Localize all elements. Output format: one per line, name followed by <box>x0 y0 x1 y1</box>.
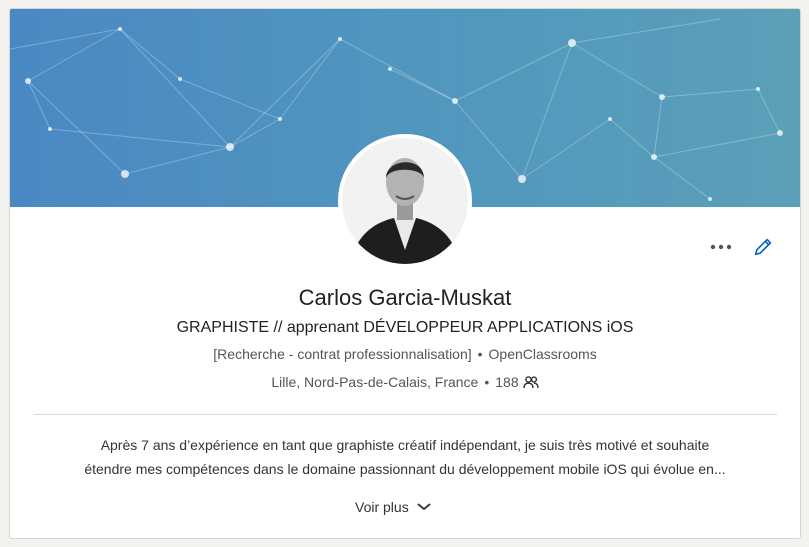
connections-link[interactable]: 188 <box>495 374 539 390</box>
profile-headline: GRAPHISTE // apprenant DÉVELOPPEUR APPLI… <box>176 319 634 336</box>
profile-location-line: Lille, Nord-Pas-de-Calais, France • 188 <box>10 374 800 390</box>
people-icon <box>522 376 539 389</box>
more-actions-button[interactable] <box>708 235 734 259</box>
see-more-label: Voir plus <box>355 499 409 515</box>
profile-card: Carlos Garcia-Muskat GRAPHISTE // appren… <box>9 8 801 539</box>
edit-profile-button[interactable] <box>750 234 776 260</box>
chevron-down-icon <box>417 503 431 510</box>
more-horizontal-icon <box>710 244 732 250</box>
profile-company[interactable]: OpenClassrooms <box>489 346 597 362</box>
separator-dot: • <box>484 374 490 390</box>
profile-photo[interactable] <box>338 134 472 268</box>
divider <box>34 414 777 415</box>
connections-count: 188 <box>495 374 519 390</box>
pencil-icon <box>754 238 772 256</box>
summary-line: Après 7 ans d’expérience en tant que gra… <box>100 437 710 453</box>
profile-summary: Après 7 ans d’expérience en tant que gra… <box>40 433 770 481</box>
separator-dot: • <box>477 346 483 362</box>
profile-status-line: [Recherche - contrat professionnalisatio… <box>10 346 800 362</box>
profile-status: [Recherche - contrat professionnalisatio… <box>213 346 472 362</box>
avatar-portrait <box>342 138 468 264</box>
profile-location: Lille, Nord-Pas-de-Calais, France <box>271 374 479 390</box>
summary-line: étendre mes compétences dans le domaine … <box>84 461 726 477</box>
profile-name: Carlos Garcia-Muskat <box>298 285 512 310</box>
see-more-button[interactable]: Voir plus <box>355 496 431 518</box>
